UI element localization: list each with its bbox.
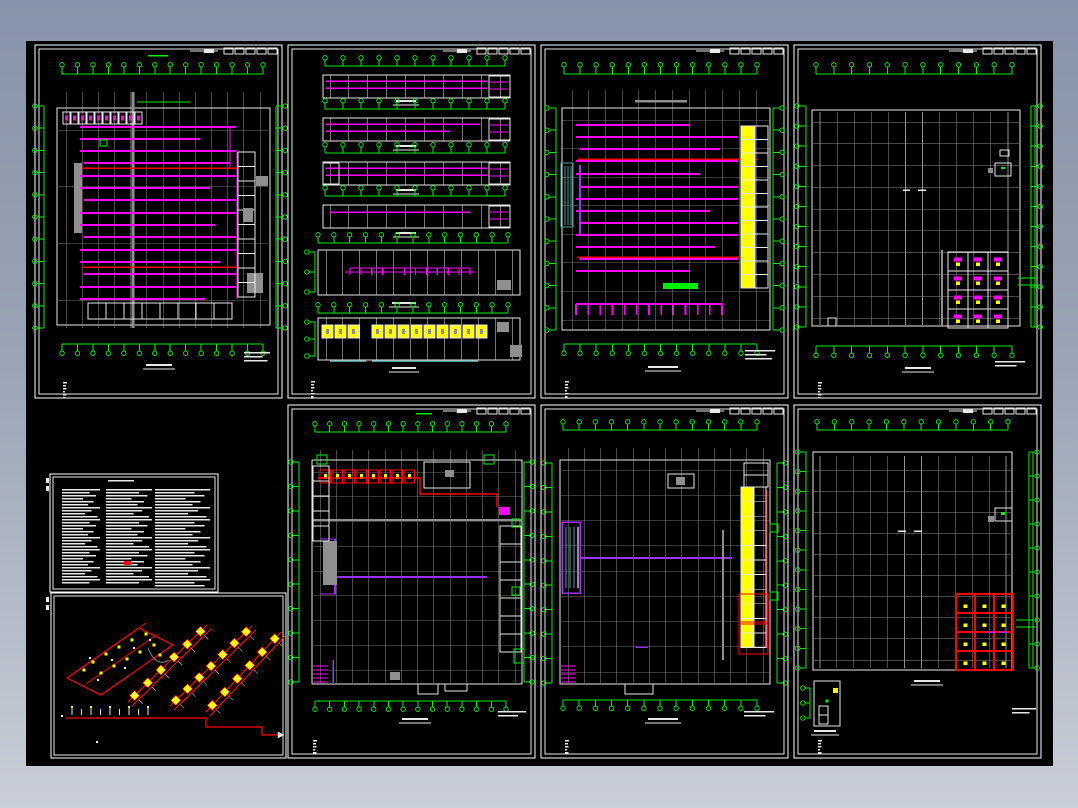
rect — [1001, 512, 1005, 515]
rect — [46, 605, 49, 610]
rect — [497, 322, 509, 332]
rect — [988, 168, 993, 173]
1 — [416, 413, 432, 415]
cad-drawing-canvas — [26, 41, 1053, 766]
rect — [833, 688, 838, 693]
rect — [1001, 167, 1005, 169]
rect — [323, 541, 337, 585]
rect — [510, 345, 522, 357]
rect — [497, 280, 511, 290]
12 — [740, 125, 755, 289]
cad-viewer-background — [0, 0, 1078, 808]
rect — [256, 176, 268, 186]
scatter — [825, 699, 829, 703]
rect — [74, 163, 82, 233]
rect — [390, 672, 400, 680]
model-space — [26, 41, 1053, 766]
rect — [46, 486, 49, 491]
legend-red-symbol — [124, 561, 131, 565]
rect — [243, 208, 253, 222]
1 — [148, 55, 168, 57]
rect — [499, 507, 510, 515]
roomgrid — [947, 251, 1009, 329]
rect — [46, 478, 49, 483]
rect — [676, 477, 685, 485]
rect — [46, 597, 49, 602]
rect — [445, 470, 454, 477]
1 — [108, 480, 134, 482]
3 — [321, 324, 360, 339]
rect — [663, 283, 698, 289]
rect — [988, 516, 994, 522]
9 — [371, 324, 488, 339]
